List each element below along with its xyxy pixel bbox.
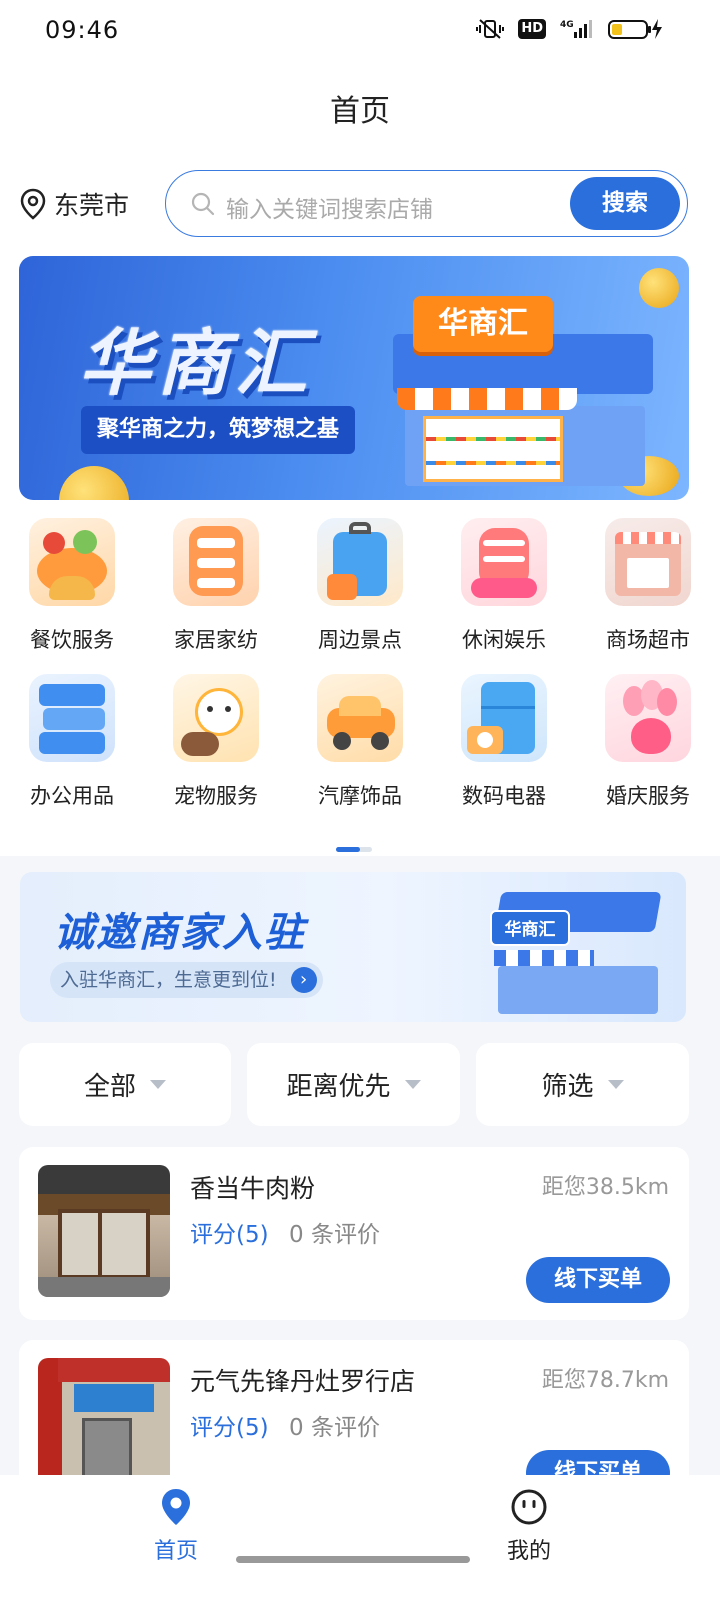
filter-label: 距离优先 [286,1072,391,1102]
battery-icon [608,19,662,39]
svg-text:4G: 4G [560,20,574,30]
search-button[interactable]: 搜索 [570,177,680,230]
category-office[interactable]: 办公用品 [0,674,144,810]
suitcase-icon [317,518,403,606]
search-icon [191,192,215,216]
page-title: 首页 [330,94,390,129]
category-leisure[interactable]: 休闲娱乐 [432,518,576,654]
category-label: 汽摩饰品 [318,784,402,808]
leisure-icon [461,518,547,606]
category-pet[interactable]: 宠物服务 [144,674,288,810]
caret-down-icon [404,1080,421,1089]
mute-vibrate-icon [476,19,505,39]
filter-distance[interactable]: 距离优先 [247,1043,460,1126]
car-icon [317,674,403,762]
pet-icon [173,674,259,762]
recruit-subtitle-pill[interactable]: 入驻华商汇，生意更到位! › [50,962,323,998]
category-food[interactable]: 餐饮服务 [0,518,144,654]
search-bar[interactable]: 输入关键词搜索店铺 搜索 [165,170,688,237]
smiley-face-icon [511,1489,547,1525]
hero-banner[interactable]: 华商汇 聚华商之力，筑梦想之基 华商汇 [19,256,689,500]
home-indicator [236,1556,470,1563]
store-illustration: 华商汇 [490,880,670,1016]
chevron-right-icon: › [290,967,317,993]
filter-all[interactable]: 全部 [19,1043,231,1126]
city-label: 东莞市 [54,191,130,220]
status-time: 09:46 [45,16,120,44]
store-sign: 华商汇 [490,910,570,946]
store-name: 元气先锋丹灶罗行店 [190,1367,416,1396]
category-label: 餐饮服务 [30,628,114,652]
nav-label: 首页 [153,1539,198,1564]
store-photo [38,1165,170,1297]
filter-screen[interactable]: 筛选 [476,1043,689,1126]
store-distance: 距您78.7km [541,1368,669,1393]
category-label: 周边景点 [318,628,402,652]
recruit-subtitle: 入驻华商汇，生意更到位! [60,969,277,991]
filter-label: 全部 [83,1072,136,1102]
page-indicator [336,847,372,852]
signal-icon: 4G [560,20,592,38]
category-label: 办公用品 [30,784,114,808]
coin-decoration [59,466,129,500]
category-mall[interactable]: 商场超市 [576,518,720,654]
wedding-icon [605,674,691,762]
location-pin-icon [20,188,46,220]
category-label: 休闲娱乐 [462,628,546,652]
nav-mine[interactable]: 我的 [469,1487,589,1565]
store-rating: 评分(5) [190,1222,269,1248]
hero-brand-title: 华商汇 [79,321,314,405]
offline-pay-button[interactable]: 线下买单 [526,1257,670,1303]
caret-down-icon [150,1080,166,1089]
status-bar: 09:46 HD 4G [0,0,720,62]
merchant-recruit-banner[interactable]: 诚邀商家入驻 入驻华商汇，生意更到位! › 华商汇 [20,872,686,1022]
recruit-title: 诚邀商家入驻 [54,910,306,956]
search-input[interactable]: 输入关键词搜索店铺 [226,190,433,224]
office-icon [29,674,115,762]
nav-label: 我的 [506,1539,551,1564]
location-selector[interactable]: 东莞市 [20,186,129,222]
store-review-count: 0 条评价 [289,1415,380,1441]
food-icon [29,518,115,606]
category-auto[interactable]: 汽摩饰品 [288,674,432,810]
category-label: 家居家纺 [174,628,258,652]
category-digital[interactable]: 数码电器 [432,674,576,810]
store-sign: 华商汇 [413,296,553,352]
mall-icon [605,518,691,606]
hd-badge: HD [518,19,546,39]
category-label: 宠物服务 [174,784,258,808]
category-label: 数码电器 [462,784,546,808]
location-pin-icon [162,1489,190,1525]
store-photo [38,1358,170,1490]
store-rating: 评分(5) [190,1415,269,1441]
store-card[interactable]: 香当牛肉粉 评分(5) 0 条评价 距您38.5km 线下买单 [19,1147,689,1320]
category-label: 婚庆服务 [606,784,690,808]
home-textile-icon [173,518,259,606]
category-grid: 餐饮服务 家居家纺 周边景点 休闲娱乐 商场超市 办公用品 宠物服务 汽摩饰品 … [0,518,720,810]
category-scenic[interactable]: 周边景点 [288,518,432,654]
store-review-count: 0 条评价 [289,1222,380,1248]
bottom-nav: 首页 我的 [0,1475,720,1600]
hero-slogan: 聚华商之力，筑梦想之基 [81,406,356,454]
category-label: 商场超市 [606,628,690,652]
store-distance: 距您38.5km [541,1175,669,1200]
status-icons: HD 4G [476,18,664,40]
appliance-icon [461,674,547,762]
store-name: 香当牛肉粉 [190,1174,316,1203]
filter-label: 筛选 [541,1072,594,1102]
nav-home[interactable]: 首页 [116,1487,236,1565]
category-home-textile[interactable]: 家居家纺 [144,518,288,654]
caret-down-icon [607,1080,624,1089]
store-illustration: 华商汇 [393,288,663,488]
category-wedding[interactable]: 婚庆服务 [576,674,720,810]
